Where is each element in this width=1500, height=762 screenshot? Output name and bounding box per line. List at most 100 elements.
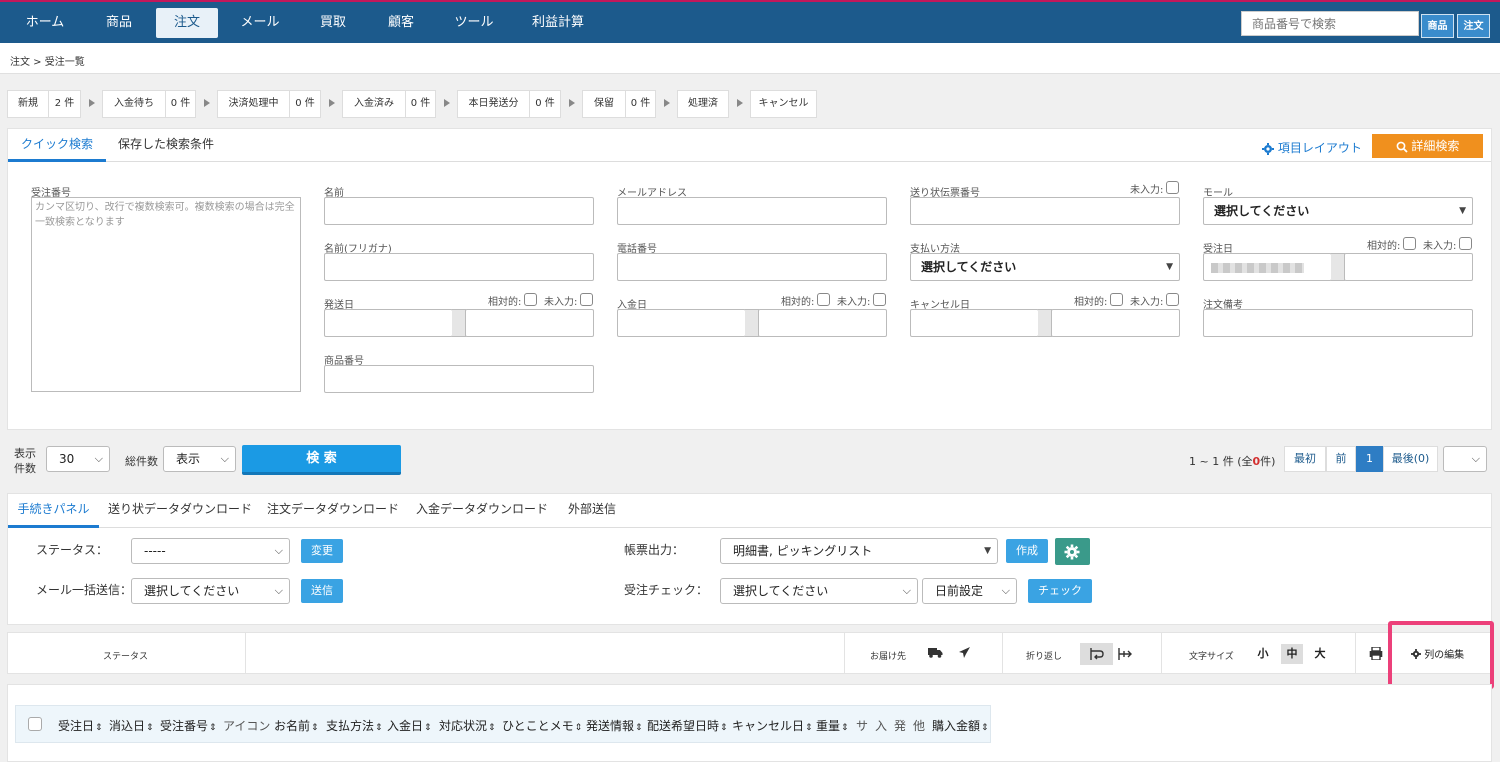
column-header[interactable]: 購入金額⇕: [932, 717, 989, 734]
font-size-large[interactable]: 大: [1309, 644, 1331, 664]
name-input[interactable]: [324, 197, 594, 225]
tab-external-send[interactable]: 外部送信: [561, 494, 623, 527]
form-output-select[interactable]: 明細書, ピッキングリスト ▼: [720, 538, 998, 564]
column-header[interactable]: アイコン: [223, 717, 270, 734]
pager-last[interactable]: 最後(0): [1383, 446, 1438, 472]
airplane-icon[interactable]: [958, 646, 971, 659]
tracking-empty-checkbox[interactable]: [1166, 181, 1179, 194]
payment-method-select[interactable]: 選択してください ▼: [910, 253, 1180, 281]
order-date-from-input[interactable]: [1203, 253, 1332, 281]
step-processed[interactable]: 処理済: [677, 90, 729, 118]
column-header[interactable]: 発: [894, 717, 906, 734]
status-select[interactable]: ----- ⌵: [131, 538, 290, 564]
tab-quick-search[interactable]: クイック検索: [8, 129, 106, 162]
nav-tools[interactable]: ツール: [440, 8, 508, 38]
step-ship-today[interactable]: 本日発送分 0 件: [457, 90, 561, 118]
tracking-input[interactable]: [910, 197, 1180, 225]
search-button[interactable]: 検 索: [242, 445, 401, 475]
order-date-empty-checkbox[interactable]: [1459, 237, 1472, 250]
ship-date-from-input[interactable]: [324, 309, 453, 337]
product-search-input[interactable]: [1241, 11, 1419, 36]
column-header[interactable]: 重量⇕: [816, 717, 849, 734]
column-header[interactable]: キャンセル日⇕: [732, 717, 813, 734]
column-header[interactable]: 消込日⇕: [109, 717, 154, 734]
column-header[interactable]: 入金日⇕: [387, 717, 432, 734]
pager-first[interactable]: 最初: [1284, 446, 1326, 472]
column-header[interactable]: ひとことメモ⇕: [502, 717, 582, 734]
mall-select[interactable]: 選択してください ▼: [1203, 197, 1473, 225]
form-settings-button[interactable]: [1055, 538, 1090, 565]
send-button[interactable]: 送信: [301, 579, 343, 603]
product-number-input[interactable]: [324, 365, 594, 393]
email-input[interactable]: [617, 197, 887, 225]
column-header[interactable]: 受注番号⇕: [160, 717, 217, 734]
total-count-select[interactable]: 表示 ⌵: [163, 446, 236, 472]
column-header[interactable]: 支払方法⇕: [326, 717, 383, 734]
ship-date-relative-checkbox[interactable]: [524, 293, 537, 306]
pager-current[interactable]: 1: [1356, 446, 1383, 472]
change-button[interactable]: 変更: [301, 539, 343, 563]
nav-profit[interactable]: 利益計算: [520, 8, 596, 38]
step-cancelled[interactable]: キャンセル: [750, 90, 817, 118]
ship-date-to-input[interactable]: [465, 309, 594, 337]
order-note-input[interactable]: [1203, 309, 1473, 337]
ship-date-empty-checkbox[interactable]: [580, 293, 593, 306]
tab-saved-search[interactable]: 保存した検索条件: [112, 129, 220, 162]
column-header[interactable]: 対応状況⇕: [439, 717, 496, 734]
search-order-button[interactable]: 注文: [1457, 14, 1490, 38]
layout-link[interactable]: 項目レイアウト: [1262, 139, 1362, 156]
payment-date-empty-checkbox[interactable]: [873, 293, 886, 306]
truck-icon[interactable]: [928, 647, 943, 658]
select-all-checkbox[interactable]: [28, 717, 42, 731]
step-awaiting-payment[interactable]: 入金待ち 0 件: [102, 90, 196, 118]
order-date-relative-checkbox[interactable]: [1403, 237, 1416, 250]
column-header[interactable]: サ: [856, 717, 868, 734]
step-paid[interactable]: 入金済み 0 件: [342, 90, 436, 118]
tab-procedure[interactable]: 手続きパネル: [8, 494, 99, 528]
column-header[interactable]: 受注日⇕: [58, 717, 103, 734]
nav-mail[interactable]: メール: [228, 8, 292, 38]
print-icon[interactable]: [1369, 647, 1383, 660]
mail-select[interactable]: 選択してください ⌵: [131, 578, 290, 604]
nav-orders[interactable]: 注文: [156, 8, 218, 38]
page-select[interactable]: ⌵: [1443, 446, 1487, 472]
cancel-date-to-input[interactable]: [1051, 309, 1180, 337]
column-header[interactable]: お名前⇕: [274, 717, 319, 734]
column-header[interactable]: 他: [913, 717, 925, 734]
nav-purchase[interactable]: 買取: [302, 8, 364, 38]
step-payment-processing[interactable]: 決済処理中 0 件: [217, 90, 321, 118]
detail-search-button[interactable]: 詳細検索: [1372, 134, 1483, 158]
create-button[interactable]: 作成: [1006, 539, 1048, 563]
column-header[interactable]: 発送情報⇕: [586, 717, 643, 734]
font-size-small[interactable]: 小: [1252, 644, 1274, 664]
column-header[interactable]: 配送希望日時⇕: [647, 717, 728, 734]
display-count-select[interactable]: 30 ⌵: [46, 446, 110, 472]
order-date-to-input[interactable]: [1344, 253, 1473, 281]
name-kana-input[interactable]: [324, 253, 594, 281]
check-button[interactable]: チェック: [1028, 579, 1092, 603]
order-check-select[interactable]: 選択してください ⌵: [720, 578, 918, 604]
tab-payment-download[interactable]: 入金データダウンロード: [413, 494, 551, 527]
font-size-medium[interactable]: 中: [1281, 644, 1303, 664]
days-setting-select[interactable]: 日前設定 ⌵: [922, 578, 1017, 604]
payment-date-relative-checkbox[interactable]: [817, 293, 830, 306]
order-number-textarea[interactable]: カンマ区切り、改行で複数検索可。複数検索の場合は完全一致検索となります: [31, 197, 301, 392]
wrap-on-button[interactable]: [1080, 643, 1113, 665]
nav-customers[interactable]: 顧客: [370, 8, 432, 38]
cancel-date-from-input[interactable]: [910, 309, 1039, 337]
column-header[interactable]: 入: [875, 717, 887, 734]
nav-products[interactable]: 商品: [88, 8, 150, 38]
nav-home[interactable]: ホーム: [10, 8, 80, 38]
no-wrap-icon[interactable]: [1118, 648, 1132, 660]
step-on-hold[interactable]: 保留 0 件: [582, 90, 656, 118]
tab-invoice-download[interactable]: 送り状データダウンロード: [104, 494, 256, 527]
search-product-button[interactable]: 商品: [1421, 14, 1454, 38]
payment-date-to-input[interactable]: [758, 309, 887, 337]
cancel-date-empty-checkbox[interactable]: [1166, 293, 1179, 306]
step-new[interactable]: 新規 2 件: [7, 90, 81, 118]
payment-date-from-input[interactable]: [617, 309, 746, 337]
tab-order-download[interactable]: 注文データダウンロード: [264, 494, 402, 527]
cancel-date-relative-checkbox[interactable]: [1110, 293, 1123, 306]
pager-prev[interactable]: 前: [1326, 446, 1356, 472]
phone-input[interactable]: [617, 253, 887, 281]
